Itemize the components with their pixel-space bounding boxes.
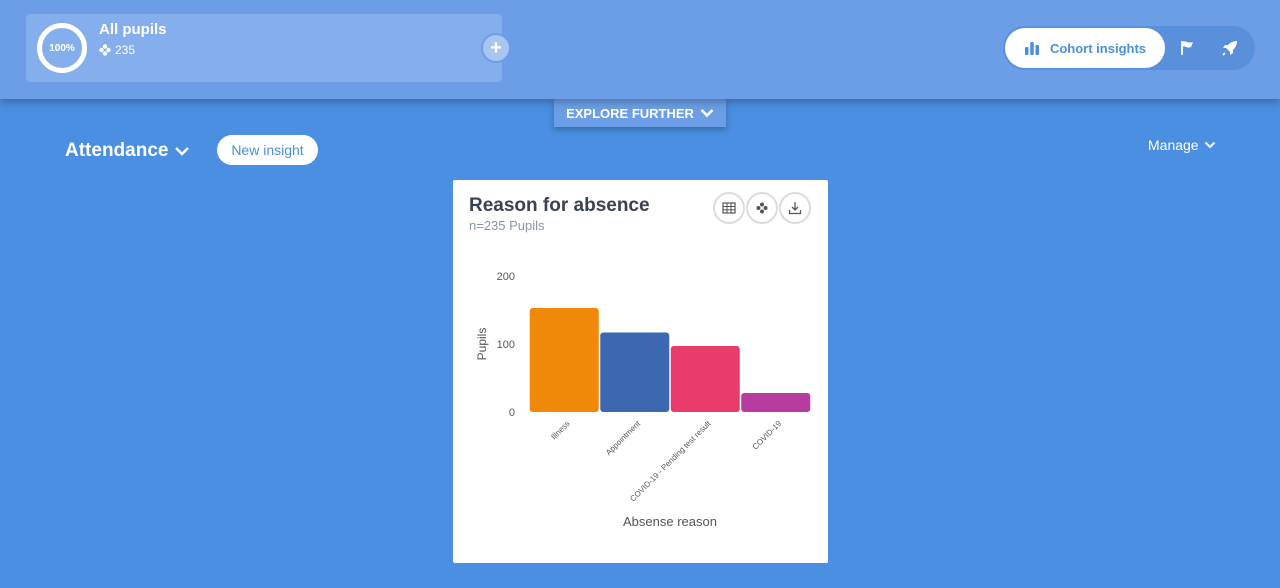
cohort-count: 235 (99, 43, 135, 57)
cohort-insights-button[interactable]: Cohort insights (1005, 28, 1165, 68)
cohort-card[interactable]: 100% All pupils 235 + (26, 14, 511, 82)
rocket-button[interactable] (1220, 39, 1240, 57)
top-bar: 100% All pupils 235 + Cohort insights (0, 0, 1280, 99)
cohort-progress-ring: 100% (37, 23, 87, 73)
x-axis-title: Absense reason (623, 514, 717, 529)
bar-chart-icon (1024, 42, 1039, 55)
chevron-down-icon (700, 109, 714, 118)
new-insight-label: New insight (231, 142, 304, 158)
manage-label: Manage (1148, 137, 1199, 153)
y-tick-label: 0 (509, 407, 515, 419)
bar (600, 332, 670, 412)
flag-button[interactable] (1178, 39, 1198, 57)
manage-menu[interactable]: Manage (1148, 137, 1216, 153)
cohort-percent: 100% (49, 42, 75, 54)
absence-bar-chart: 0 100 200 Illness AppointmentCOVID-19 - Pend… (475, 271, 811, 529)
insight-card: Reason for absence n=235 Pupils 0 100 200 I… (453, 180, 828, 563)
chevron-down-icon (1204, 141, 1215, 149)
add-cohort-button[interactable]: + (481, 33, 511, 63)
y-axis-title: Pupils (475, 328, 489, 361)
view-switch: Cohort insights (1003, 26, 1255, 70)
x-tick-label: COVID-19 (751, 419, 784, 452)
section-selector[interactable]: Attendance (65, 140, 190, 162)
x-tick-label: Appointment (604, 419, 643, 458)
new-insight-button[interactable]: New insight (217, 135, 318, 165)
y-tick-label: 100 (497, 339, 515, 351)
x-tick-label: Illness (549, 419, 571, 441)
cohort-insights-label: Cohort insights (1049, 40, 1147, 56)
x-tick-label: COVID-19 - Pending test result (628, 419, 713, 504)
explore-further-button[interactable]: EXPLORE FURTHER (554, 99, 726, 127)
rocket-icon (1222, 41, 1237, 56)
explore-further-label: EXPLORE FURTHER (566, 105, 694, 121)
pupils-icon (99, 44, 111, 56)
cohort-count-value: 235 (115, 43, 136, 57)
plus-icon: + (490, 37, 502, 59)
cohort-title: All pupils (99, 21, 167, 38)
chevron-down-icon (175, 147, 190, 156)
bar (741, 392, 811, 412)
flag-icon (1181, 41, 1193, 55)
bar (529, 307, 599, 412)
section-title: Attendance (65, 140, 169, 161)
y-tick-label: 200 (497, 271, 515, 283)
bar (670, 346, 740, 412)
